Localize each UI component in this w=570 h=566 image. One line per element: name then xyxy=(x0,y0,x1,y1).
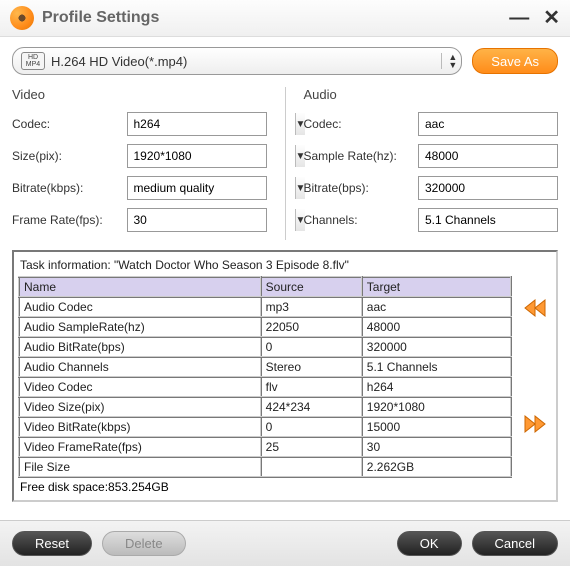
table-row: Video Codecflvh264 xyxy=(19,377,511,397)
task-info-text: Task information: "Watch Doctor Who Seas… xyxy=(18,256,512,274)
table-cell: Audio Codec xyxy=(19,297,261,317)
table-cell: 424*234 xyxy=(261,397,362,417)
audio-bitrate-combo[interactable]: ▼ xyxy=(418,176,558,200)
table-cell: flv xyxy=(261,377,362,397)
audio-bitrate-input[interactable] xyxy=(419,181,570,195)
reset-button[interactable]: Reset xyxy=(12,531,92,556)
audio-samplerate-combo[interactable]: ▼ xyxy=(418,144,558,168)
table-cell: h264 xyxy=(362,377,511,397)
video-bitrate-combo[interactable]: ▼ xyxy=(127,176,267,200)
profile-name: H.264 HD Video(*.mp4) xyxy=(51,54,441,69)
audio-heading: Audio xyxy=(304,87,559,102)
table-row: Audio ChannelsStereo5.1 Channels xyxy=(19,357,511,377)
table-cell: Stereo xyxy=(261,357,362,377)
divider xyxy=(285,87,286,240)
table-cell: 0 xyxy=(261,417,362,437)
ok-button[interactable]: OK xyxy=(397,531,462,556)
table-row: Audio SampleRate(hz)2205048000 xyxy=(19,317,511,337)
table-cell: Audio BitRate(bps) xyxy=(19,337,261,357)
audio-channels-input[interactable] xyxy=(419,213,570,227)
table-row: Video Size(pix)424*2341920*1080 xyxy=(19,397,511,417)
table-cell: 25 xyxy=(261,437,362,457)
audio-samplerate-input[interactable] xyxy=(419,149,570,163)
table-cell: 15000 xyxy=(362,417,511,437)
audio-channels-label: Channels: xyxy=(304,213,419,227)
task-panel: Task information: "Watch Doctor Who Seas… xyxy=(12,250,558,502)
audio-bitrate-label: Bitrate(bps): xyxy=(304,181,419,195)
audio-samplerate-label: Sample Rate(hz): xyxy=(304,149,419,163)
video-framerate-input[interactable] xyxy=(128,213,295,227)
titlebar: Profile Settings — ✕ xyxy=(0,0,570,37)
profile-dropdown[interactable]: HD MP4 H.264 HD Video(*.mp4) ▲▼ xyxy=(12,47,462,75)
table-cell: Audio Channels xyxy=(19,357,261,377)
table-cell: Video FrameRate(fps) xyxy=(19,437,261,457)
table-cell: 320000 xyxy=(362,337,511,357)
audio-codec-input[interactable] xyxy=(419,117,570,131)
table-cell: 30 xyxy=(362,437,511,457)
table-cell: aac xyxy=(362,297,511,317)
format-icon: HD MP4 xyxy=(21,52,45,70)
video-bitrate-input[interactable] xyxy=(128,181,295,195)
table-row: File Size 2.262GB xyxy=(19,457,511,477)
delete-button: Delete xyxy=(102,531,186,556)
video-section: Video Codec: ▼ Size(pix): ▼ Bitrate(kbps… xyxy=(12,87,267,240)
table-cell: mp3 xyxy=(261,297,362,317)
audio-codec-combo[interactable]: ▼ xyxy=(418,112,558,136)
next-task-button[interactable] xyxy=(521,412,549,436)
video-size-input[interactable] xyxy=(128,149,295,163)
close-button[interactable]: ✕ xyxy=(543,10,560,26)
table-header[interactable]: Name xyxy=(19,277,261,297)
audio-codec-label: Codec: xyxy=(304,117,419,131)
video-framerate-combo[interactable]: ▼ xyxy=(127,208,267,232)
table-row: Audio BitRate(bps)0320000 xyxy=(19,337,511,357)
video-bitrate-label: Bitrate(kbps): xyxy=(12,181,127,195)
video-size-combo[interactable]: ▼ xyxy=(127,144,267,168)
table-cell: 0 xyxy=(261,337,362,357)
video-codec-combo[interactable]: ▼ xyxy=(127,112,267,136)
app-logo-icon xyxy=(10,6,34,30)
window-title: Profile Settings xyxy=(42,9,509,27)
table-row: Video BitRate(kbps)015000 xyxy=(19,417,511,437)
spinner-arrows-icon[interactable]: ▲▼ xyxy=(441,53,459,69)
table-cell: Audio SampleRate(hz) xyxy=(19,317,261,337)
table-cell: 5.1 Channels xyxy=(362,357,511,377)
audio-section: Audio Codec: ▼ Sample Rate(hz): ▼ Bitrat… xyxy=(304,87,559,240)
table-cell: Video Size(pix) xyxy=(19,397,261,417)
double-arrow-right-icon xyxy=(521,412,549,436)
table-row: Video FrameRate(fps)2530 xyxy=(19,437,511,457)
table-cell: 48000 xyxy=(362,317,511,337)
video-codec-input[interactable] xyxy=(128,117,295,131)
table-cell xyxy=(261,457,362,477)
table-cell: 22050 xyxy=(261,317,362,337)
table-cell: Video Codec xyxy=(19,377,261,397)
prev-task-button[interactable] xyxy=(521,296,549,320)
minimize-button[interactable]: — xyxy=(509,10,529,26)
table-header[interactable]: Source xyxy=(261,277,362,297)
table-cell: File Size xyxy=(19,457,261,477)
table-header[interactable]: Target xyxy=(362,277,511,297)
video-heading: Video xyxy=(12,87,267,102)
video-framerate-label: Frame Rate(fps): xyxy=(12,213,127,227)
video-size-label: Size(pix): xyxy=(12,149,127,163)
table-cell: 1920*1080 xyxy=(362,397,511,417)
free-disk-space: Free disk space:853.254GB xyxy=(18,478,512,496)
double-arrow-left-icon xyxy=(521,296,549,320)
audio-channels-combo[interactable]: ▼ xyxy=(418,208,558,232)
cancel-button[interactable]: Cancel xyxy=(472,531,558,556)
task-table: NameSourceTarget Audio Codecmp3aacAudio … xyxy=(18,276,512,478)
table-cell: 2.262GB xyxy=(362,457,511,477)
table-cell: Video BitRate(kbps) xyxy=(19,417,261,437)
video-codec-label: Codec: xyxy=(12,117,127,131)
save-as-button[interactable]: Save As xyxy=(472,48,558,74)
table-row: Audio Codecmp3aac xyxy=(19,297,511,317)
